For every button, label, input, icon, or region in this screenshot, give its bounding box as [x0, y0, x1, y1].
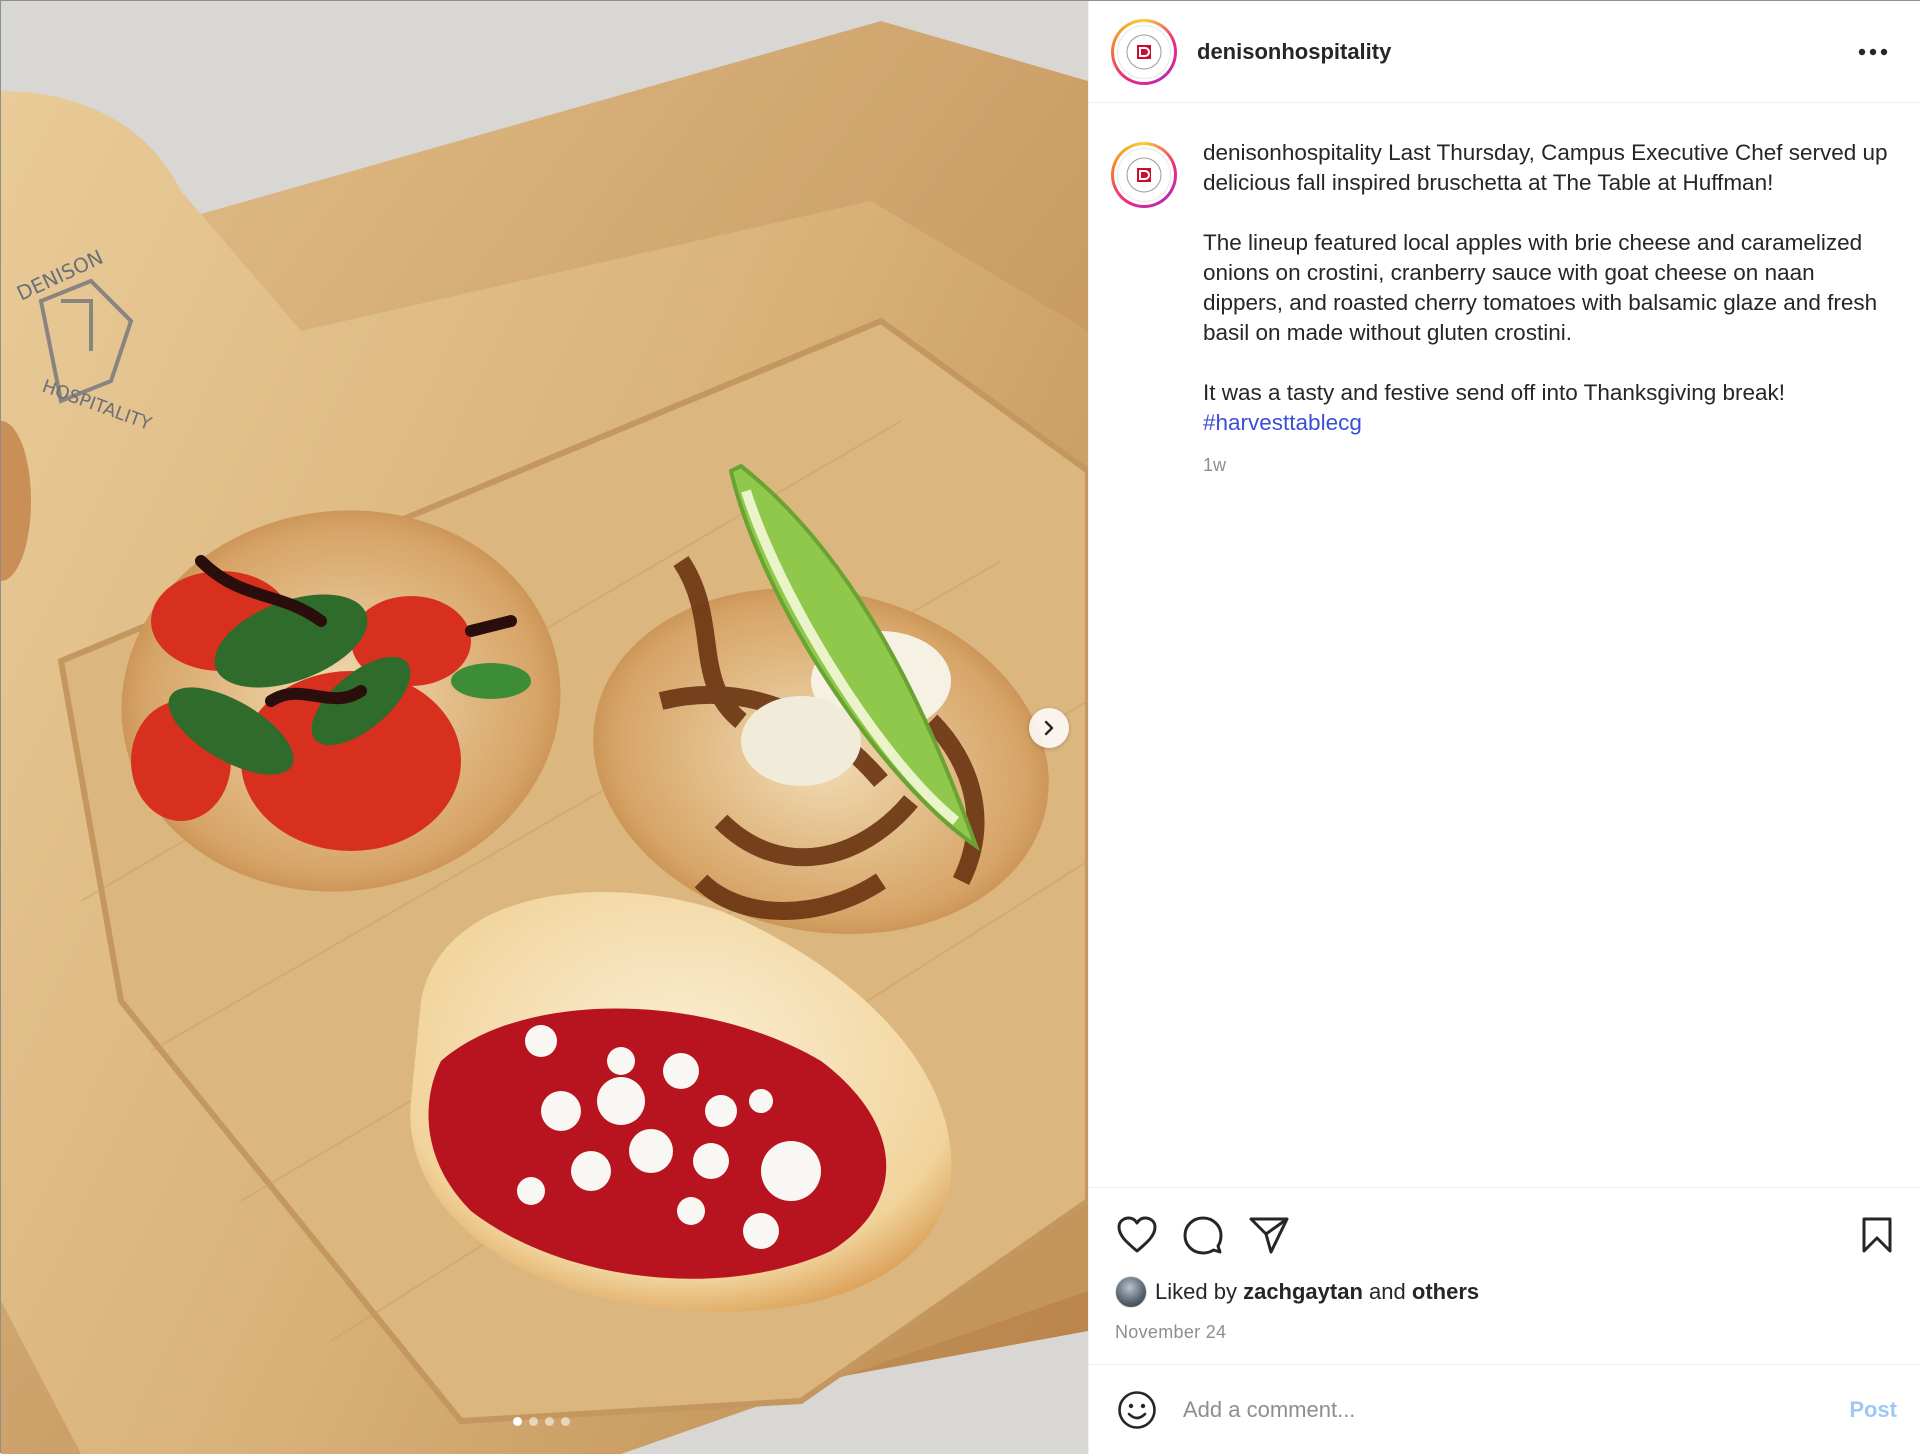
post-date[interactable]: November 24: [1115, 1322, 1899, 1343]
comment-bar: Post: [1089, 1364, 1920, 1454]
more-options-icon: [1858, 48, 1888, 55]
more-options-button[interactable]: [1851, 32, 1895, 72]
post-side-panel: denisonhospitality denisonhospitality La…: [1088, 1, 1920, 1454]
comment-button[interactable]: [1181, 1213, 1225, 1257]
caption-time-ago[interactable]: 1w: [1203, 450, 1893, 480]
chevron-right-icon: [1044, 720, 1054, 736]
share-button[interactable]: [1247, 1213, 1291, 1257]
caption-username[interactable]: denisonhospitality: [1203, 140, 1382, 165]
liker-avatar[interactable]: [1115, 1276, 1147, 1308]
caption-paragraph: It was a tasty and festive send off into…: [1203, 380, 1786, 405]
carousel-dot: [513, 1417, 522, 1426]
post-header: denisonhospitality: [1089, 1, 1920, 103]
comment-input[interactable]: [1183, 1396, 1850, 1423]
caption-area: denisonhospitality Last Thursday, Campus…: [1089, 104, 1920, 1188]
carousel-dot: [545, 1417, 554, 1426]
emoji-button[interactable]: [1115, 1388, 1159, 1432]
caption-avatar[interactable]: [1111, 142, 1177, 208]
post-modal: DENISON HOSPITALITY denisonhospitality d…: [0, 0, 1920, 1454]
caption-text: denisonhospitality Last Thursday, Campus…: [1203, 138, 1893, 480]
bookmark-icon: [1862, 1217, 1892, 1253]
carousel-dot: [561, 1417, 570, 1426]
post-media[interactable]: DENISON HOSPITALITY: [1, 1, 1088, 1454]
like-button[interactable]: [1115, 1213, 1159, 1257]
next-image-button[interactable]: [1029, 708, 1069, 748]
likes-others-link[interactable]: others: [1412, 1279, 1479, 1305]
avatar[interactable]: [1111, 18, 1177, 85]
heart-icon: [1117, 1216, 1157, 1253]
caption-paragraph: The lineup featured local apples with br…: [1203, 230, 1878, 345]
likes-summary: Liked by zachgaytan and others: [1115, 1276, 1899, 1308]
liker-username[interactable]: zachgaytan: [1243, 1279, 1363, 1305]
denison-hospitality-logo-icon: [1126, 157, 1162, 193]
carousel-dot: [529, 1417, 538, 1426]
header-username[interactable]: denisonhospitality: [1197, 39, 1851, 65]
send-icon: [1249, 1217, 1289, 1254]
hashtag-link[interactable]: #harvesttablecg: [1203, 410, 1362, 435]
actions-section: Liked by zachgaytan and others November …: [1089, 1187, 1920, 1343]
save-button[interactable]: [1855, 1213, 1899, 1257]
action-bar: [1115, 1188, 1899, 1274]
food-photo: DENISON HOSPITALITY: [1, 1, 1088, 1454]
comment-icon: [1183, 1216, 1223, 1255]
likes-prefix: Liked by: [1155, 1279, 1237, 1304]
likes-joiner: and: [1369, 1279, 1406, 1304]
post-comment-button[interactable]: Post: [1849, 1397, 1897, 1423]
caption-row: denisonhospitality Last Thursday, Campus…: [1111, 138, 1893, 480]
emoji-icon: [1118, 1390, 1156, 1429]
denison-hospitality-logo-icon: [1126, 34, 1162, 69]
carousel-indicator: [513, 1417, 570, 1426]
